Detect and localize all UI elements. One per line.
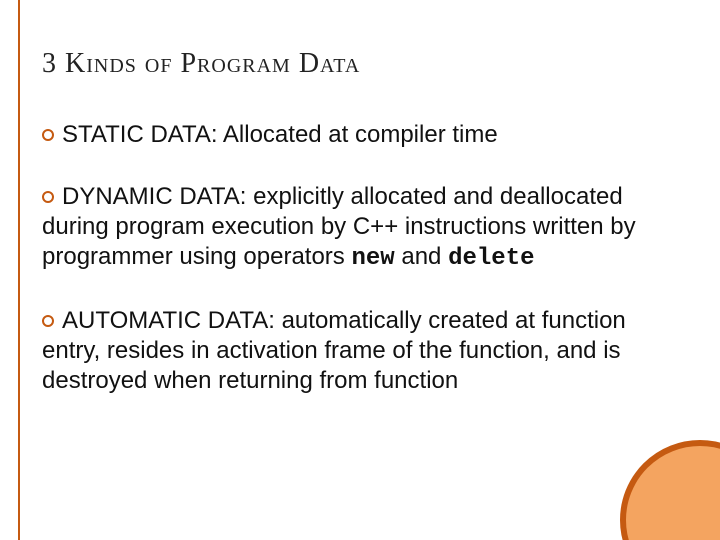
bullet-icon	[42, 129, 54, 141]
bullet-icon	[42, 315, 54, 327]
bullet-text: Allocated at compiler time	[218, 121, 498, 148]
slide-title: 3 Kinds of Program Data	[42, 48, 680, 80]
bullet-label: DYNAMIC DATA:	[62, 183, 246, 210]
bullet-static: STATIC DATA: Allocated at compiler time	[42, 120, 660, 150]
corner-circle-decoration	[620, 440, 720, 540]
bullet-label: STATIC DATA:	[62, 121, 218, 148]
bullet-label: AUTOMATIC DATA:	[62, 307, 275, 334]
keyword-delete: delete	[448, 245, 534, 272]
side-accent-line	[18, 0, 20, 540]
keyword-new: new	[351, 245, 394, 272]
slide: 3 Kinds of Program Data STATIC DATA: All…	[0, 0, 720, 540]
bullet-automatic: AUTOMATIC DATA: automatically created at…	[42, 306, 660, 396]
bullet-dynamic: DYNAMIC DATA: explicitly allocated and d…	[42, 182, 660, 274]
bullet-icon	[42, 191, 54, 203]
bullet-text-mid: and	[395, 243, 448, 270]
slide-content: STATIC DATA: Allocated at compiler time …	[42, 120, 660, 428]
